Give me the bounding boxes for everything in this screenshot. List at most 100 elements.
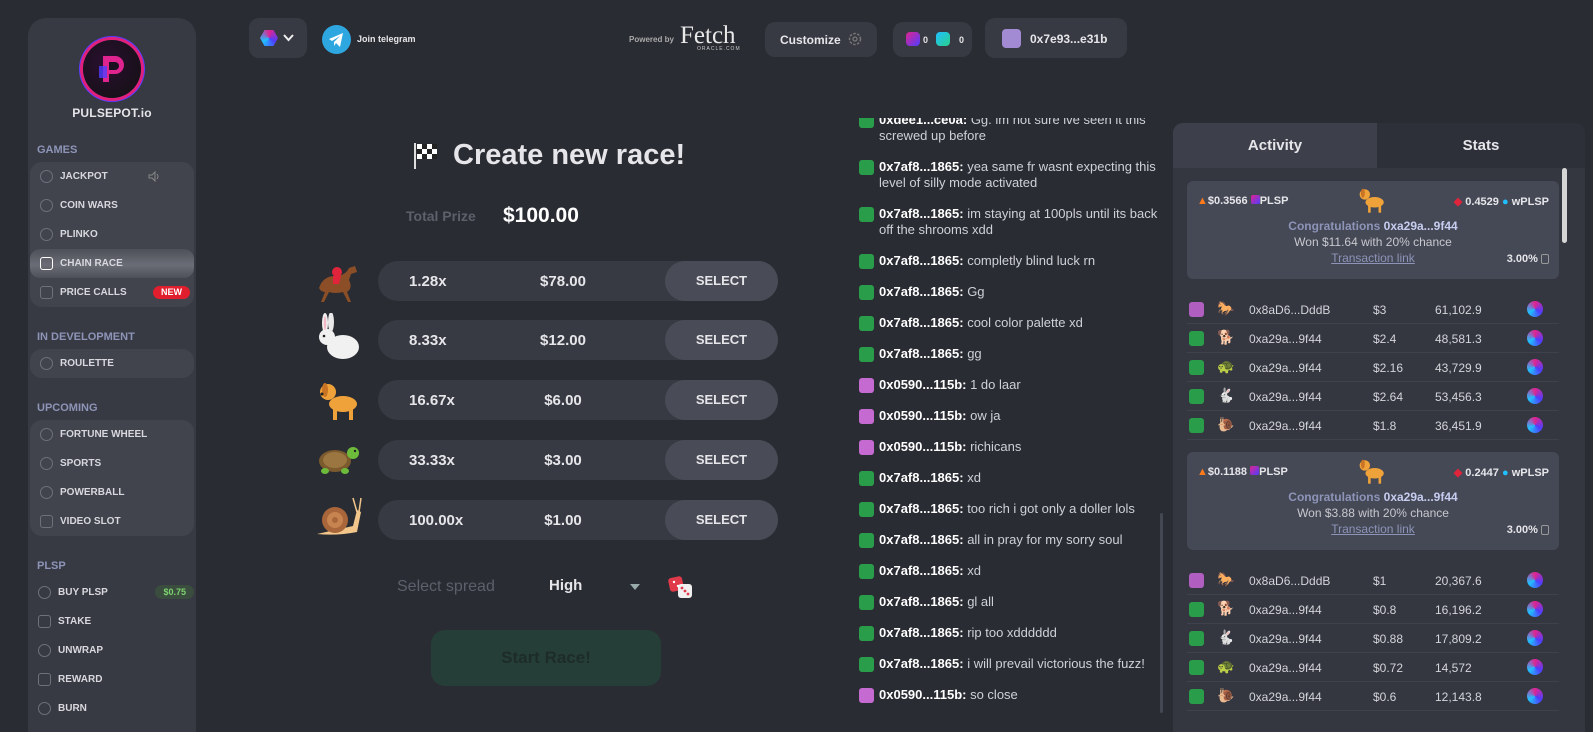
sidebar-item-powerball[interactable]: POWERBALL: [30, 478, 194, 507]
user-avatar[interactable]: [859, 440, 874, 455]
bettor-address[interactable]: 0xa29a...9f44: [1249, 419, 1322, 433]
user-avatar[interactable]: [859, 118, 874, 128]
sidebar-item-reward[interactable]: REWARD: [28, 665, 196, 694]
select-snail-button[interactable]: SELECT: [665, 500, 778, 540]
bettor-address[interactable]: 0xa29a...9f44: [1249, 603, 1322, 617]
user-avatar[interactable]: [859, 160, 874, 175]
sound-icon[interactable]: [148, 171, 160, 182]
user-avatar[interactable]: [859, 409, 874, 424]
sidebar-item-jackpot[interactable]: JACKPOT: [30, 162, 194, 191]
sidebar-item-fortune-wheel[interactable]: FORTUNE WHEEL: [30, 420, 194, 449]
bettor-address[interactable]: 0xa29a...9f44: [1249, 632, 1322, 646]
copy-icon[interactable]: [1541, 254, 1549, 265]
user-avatar[interactable]: [859, 378, 874, 393]
chat-username[interactable]: 0x7af8...1865: [879, 501, 959, 516]
tab-activity[interactable]: Activity: [1173, 123, 1377, 168]
chat-username[interactable]: 0x7af8...1865: [879, 346, 959, 361]
pulsechain-coin-icon: [1527, 417, 1543, 433]
caret-down-icon[interactable]: [630, 584, 640, 590]
bettor-address[interactable]: 0xa29a...9f44: [1249, 661, 1322, 675]
chain-selector[interactable]: [249, 18, 307, 58]
chat-username[interactable]: 0x7af8...1865: [879, 253, 959, 268]
select-rabbit-button[interactable]: SELECT: [665, 320, 778, 360]
chat-username[interactable]: 0x7af8...1865: [879, 315, 959, 330]
congrats-line: Congratulations 0xa29a...9f44: [1288, 219, 1458, 233]
runner-row-dog: 16.67x $6.00 SELECT: [378, 380, 778, 420]
chat-message: 0x7af8...1865: gg: [858, 346, 1158, 362]
user-avatar[interactable]: [859, 471, 874, 486]
sidebar-item-sports[interactable]: SPORTS: [30, 449, 194, 478]
chat-username[interactable]: 0x7af8...1865: [879, 563, 959, 578]
user-avatar[interactable]: [859, 657, 874, 672]
sidebar-item-coin-wars[interactable]: COIN WARS: [30, 191, 194, 220]
wplsp-value: ◆ 0.4529 ● wPLSP: [1453, 196, 1549, 208]
transaction-link[interactable]: Transaction link: [1187, 522, 1559, 536]
chat-username[interactable]: 0x7af8...1865: [879, 284, 959, 299]
sidebar-item-stake[interactable]: STAKE: [28, 607, 196, 636]
token-amount: 61,102.9: [1435, 303, 1482, 317]
user-avatar[interactable]: [859, 564, 874, 579]
sidebar-item-unwrap[interactable]: UNWRAP: [28, 636, 196, 665]
chat-username[interactable]: 0x7af8...1865: [879, 470, 959, 485]
bettor-address[interactable]: 0x8aD6...DddB: [1249, 303, 1330, 317]
unwrap-icon: [38, 644, 51, 657]
bettor-address[interactable]: 0xa29a...9f44: [1249, 361, 1322, 375]
bettor-address[interactable]: 0xa29a...9f44: [1249, 390, 1322, 404]
chat-feed[interactable]: 0xdee1...ce0a: Gg. im not sure ive seen …: [858, 118, 1158, 732]
sidebar-item-chain-race[interactable]: CHAIN RACE: [30, 249, 194, 278]
chat-username[interactable]: 0x0590...115b: [879, 408, 962, 423]
dice-icon[interactable]: [668, 574, 694, 600]
fire-icon: ▲: [1197, 466, 1208, 478]
wallet-button[interactable]: 0x7e93...e31b: [985, 18, 1127, 58]
bettor-address[interactable]: 0xa29a...9f44: [1249, 332, 1322, 346]
start-race-button[interactable]: Start Race!: [431, 630, 661, 686]
bettor-address[interactable]: 0x8aD6...DddB: [1249, 574, 1330, 588]
sidebar-item-price-calls[interactable]: PRICE CALLS NEW: [30, 278, 194, 307]
token-balances[interactable]: 0 0: [893, 22, 972, 57]
user-avatar: [1189, 360, 1204, 375]
user-avatar[interactable]: [859, 254, 874, 269]
sidebar-item-buy-plsp[interactable]: BUY PLSP $0.75: [28, 578, 196, 607]
pulsepot-logo[interactable]: [83, 40, 141, 98]
user-avatar[interactable]: [859, 285, 874, 300]
select-turtle-button[interactable]: SELECT: [665, 440, 778, 480]
tab-stats[interactable]: Stats: [1377, 123, 1585, 168]
customize-button[interactable]: Customize: [765, 22, 877, 57]
bettor-address[interactable]: 0xa29a...9f44: [1249, 690, 1322, 704]
chat-username[interactable]: 0x0590...115b: [879, 439, 962, 454]
activity-scrollbar[interactable]: [1562, 168, 1567, 243]
user-avatar[interactable]: [859, 207, 874, 222]
sidebar-item-video-slot[interactable]: VIDEO SLOT: [30, 507, 194, 536]
user-avatar[interactable]: [859, 316, 874, 331]
chat-username[interactable]: 0xdee1...ce0a: [879, 118, 963, 127]
transaction-link[interactable]: Transaction link: [1187, 251, 1559, 265]
pulsechain-coin-icon: [1527, 572, 1543, 588]
user-avatar[interactable]: [859, 595, 874, 610]
chat-username[interactable]: 0x7af8...1865: [879, 532, 959, 547]
sidebar-item-plinko[interactable]: PLINKO: [30, 220, 194, 249]
sidebar-item-burn[interactable]: BURN: [28, 694, 196, 723]
user-avatar[interactable]: [859, 626, 874, 641]
logo-area[interactable]: PULSEPOT.io: [28, 18, 196, 120]
select-horse-button[interactable]: SELECT: [665, 261, 778, 301]
user-avatar[interactable]: [859, 347, 874, 362]
chat-username[interactable]: 0x7af8...1865: [879, 159, 959, 174]
wplsp-balance: 0: [959, 35, 965, 45]
chat-scrollbar[interactable]: [1160, 513, 1163, 713]
copy-icon[interactable]: [1541, 525, 1549, 536]
chat-username[interactable]: 0x7af8...1865: [879, 594, 959, 609]
chat-username[interactable]: 0x7af8...1865: [879, 656, 959, 671]
select-dog-button[interactable]: SELECT: [665, 380, 778, 420]
fire-icon: ▲: [1197, 195, 1208, 207]
runner-animal-icon: 🐕: [1217, 600, 1235, 616]
chat-username[interactable]: 0x7af8...1865: [879, 206, 959, 221]
pot-value: ▲$0.1188 PLSP: [1197, 466, 1288, 478]
chat-username[interactable]: 0x7af8...1865: [879, 625, 959, 640]
user-avatar[interactable]: [859, 688, 874, 703]
chat-username[interactable]: 0x0590...115b: [879, 687, 962, 702]
user-avatar[interactable]: [859, 533, 874, 548]
sidebar-item-roulette[interactable]: ROULETTE: [30, 349, 194, 378]
chat-username[interactable]: 0x0590...115b: [879, 377, 962, 392]
spread-select[interactable]: High: [549, 577, 582, 594]
user-avatar[interactable]: [859, 502, 874, 517]
